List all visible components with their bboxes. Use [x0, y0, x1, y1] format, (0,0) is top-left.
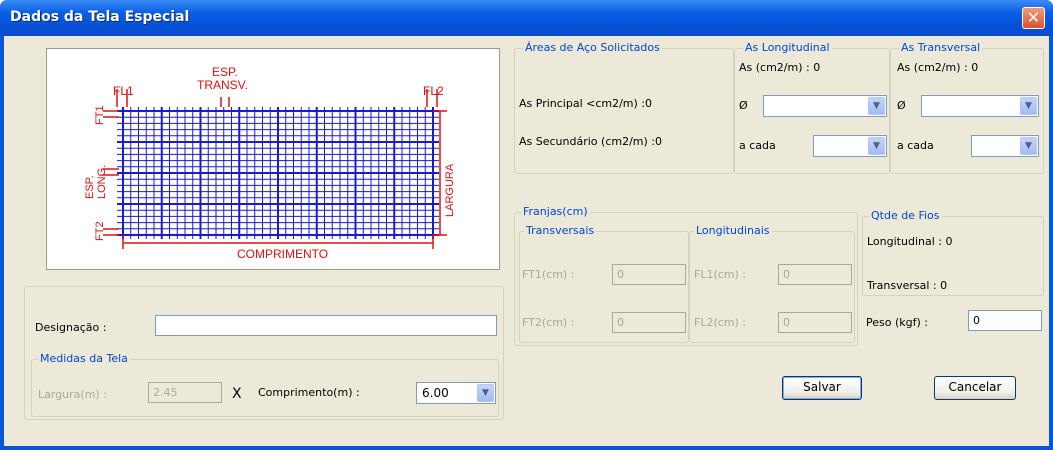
medidas-tela-legend: Medidas da Tela	[38, 352, 130, 365]
designacao-field[interactable]	[155, 315, 497, 336]
designacao-label: Designação :	[35, 321, 107, 334]
as-longitudinal-legend: As Longitudinal	[743, 41, 832, 54]
mesh-diagram: ESP. TRANSV. FL1 FL2 FT1 FT2 ESP. LONG. …	[84, 65, 456, 261]
fl2-label: FL2	[423, 84, 444, 98]
largura-label: Largura(m) :	[38, 388, 107, 401]
transversais-group: Transversais FT1(cm) : 0 FT2(cm) : 0	[519, 224, 689, 343]
qtde-fios-legend: Qtde de Fios	[869, 209, 942, 222]
fl1-label: FL1	[113, 84, 134, 98]
as-trans-spacing-select[interactable]: ▼	[971, 135, 1039, 157]
ft2-label: FT2	[94, 221, 106, 241]
esp-transv-label-2: TRANSV.	[197, 78, 248, 92]
largura-field[interactable]: 2.45	[148, 382, 222, 403]
as-long-cm2-label: As (cm2/m) : 0	[739, 61, 821, 74]
esp-long-label-1: ESP.	[84, 175, 96, 199]
save-button[interactable]: Salvar	[782, 376, 862, 400]
as-trans-phi-label: Ø	[897, 99, 906, 112]
franjas-group: Franjas(cm) Transversais FT1(cm) : 0 FT2…	[514, 205, 858, 346]
ft1-label: FT1(cm) :	[522, 268, 575, 281]
as-longitudinal-group: As Longitudinal As (cm2/m) : 0 Ø ▼ a cad…	[734, 41, 890, 174]
as-trans-diameter-select[interactable]: ▼	[921, 95, 1039, 117]
as-long-diameter-select[interactable]: ▼	[763, 95, 887, 117]
chevron-down-icon[interactable]: ▼	[1020, 137, 1037, 155]
dialog-client-area: ESP. TRANSV. FL1 FL2 FT1 FT2 ESP. LONG. …	[4, 36, 1049, 446]
title-bar[interactable]: Dados da Tela Especial ✕	[0, 0, 1053, 36]
times-sign: X	[232, 386, 242, 402]
esp-transv-label-1: ESP.	[212, 65, 238, 79]
mesh-diagram-frame: ESP. TRANSV. FL1 FL2 FT1 FT2 ESP. LONG. …	[46, 48, 500, 270]
comprimento-select[interactable]: 6.00 ▼	[416, 382, 496, 404]
chevron-down-icon[interactable]: ▼	[1020, 97, 1037, 115]
longitudinais-legend: Longitudinais	[694, 224, 772, 237]
transversais-legend: Transversais	[524, 224, 597, 237]
ft1-field[interactable]: 0	[612, 264, 686, 285]
peso-label: Peso (kgf) :	[866, 316, 928, 329]
qtde-transversal-label: Transversal : 0	[867, 279, 948, 292]
comprimento-label: Comprimento(m) :	[258, 386, 360, 399]
largura-label: LARGURA	[444, 163, 456, 217]
fl2-label: FL2(cm) :	[694, 316, 747, 329]
designacao-group: Designação : Medidas da Tela Largura(m) …	[24, 286, 504, 420]
ft2-field[interactable]: 0	[612, 312, 686, 333]
as-long-spacing-select[interactable]: ▼	[813, 135, 887, 157]
areas-aco-group: Áreas de Aço Solicitados As Principal <c…	[514, 41, 734, 174]
areas-aco-legend: Áreas de Aço Solicitados	[523, 41, 662, 54]
dimension-lines	[103, 89, 447, 249]
fl2-field[interactable]: 0	[778, 312, 852, 333]
as-principal-label: As Principal <cm2/m) :0	[519, 97, 653, 110]
peso-field[interactable]: 0	[968, 310, 1042, 331]
chevron-down-icon[interactable]: ▼	[868, 97, 885, 115]
as-transversal-legend: As Transversal	[899, 41, 983, 54]
chevron-down-icon[interactable]: ▼	[868, 137, 885, 155]
as-long-acada-label: a cada	[739, 139, 776, 152]
chevron-down-icon[interactable]: ▼	[477, 384, 494, 402]
as-trans-cm2-label: As (cm2/m) : 0	[897, 61, 979, 74]
dialog-window: Dados da Tela Especial ✕ ESP. TRANSV. FL…	[0, 0, 1053, 450]
as-transversal-group: As Transversal As (cm2/m) : 0 Ø ▼ a cada…	[890, 41, 1044, 174]
mesh-grid	[117, 107, 439, 239]
as-trans-acada-label: a cada	[897, 139, 934, 152]
comprimento-label: COMPRIMENTO	[237, 247, 328, 261]
as-secundario-label: As Secundário (cm2/m) :0	[519, 135, 662, 148]
qtde-longitudinal-label: Longitudinal : 0	[867, 235, 953, 248]
as-long-phi-label: Ø	[739, 99, 748, 112]
ft2-label: FT2(cm) :	[522, 316, 575, 329]
medidas-tela-group: Medidas da Tela Largura(m) : 2.45 X Comp…	[31, 352, 499, 417]
franjas-legend: Franjas(cm)	[521, 205, 590, 218]
esp-long-label-2: LONG.	[96, 165, 108, 199]
fl1-field[interactable]: 0	[778, 264, 852, 285]
window-title: Dados da Tela Especial	[10, 9, 190, 25]
fl1-label: FL1(cm) :	[694, 268, 747, 281]
cancel-button[interactable]: Cancelar	[934, 376, 1016, 400]
ft1-label: FT1	[94, 105, 106, 125]
qtde-fios-group: Qtde de Fios Longitudinal : 0 Transversa…	[862, 209, 1044, 296]
longitudinais-group: Longitudinais FL1(cm) : 0 FL2(cm) : 0	[689, 224, 855, 343]
close-icon[interactable]: ✕	[1022, 7, 1045, 29]
